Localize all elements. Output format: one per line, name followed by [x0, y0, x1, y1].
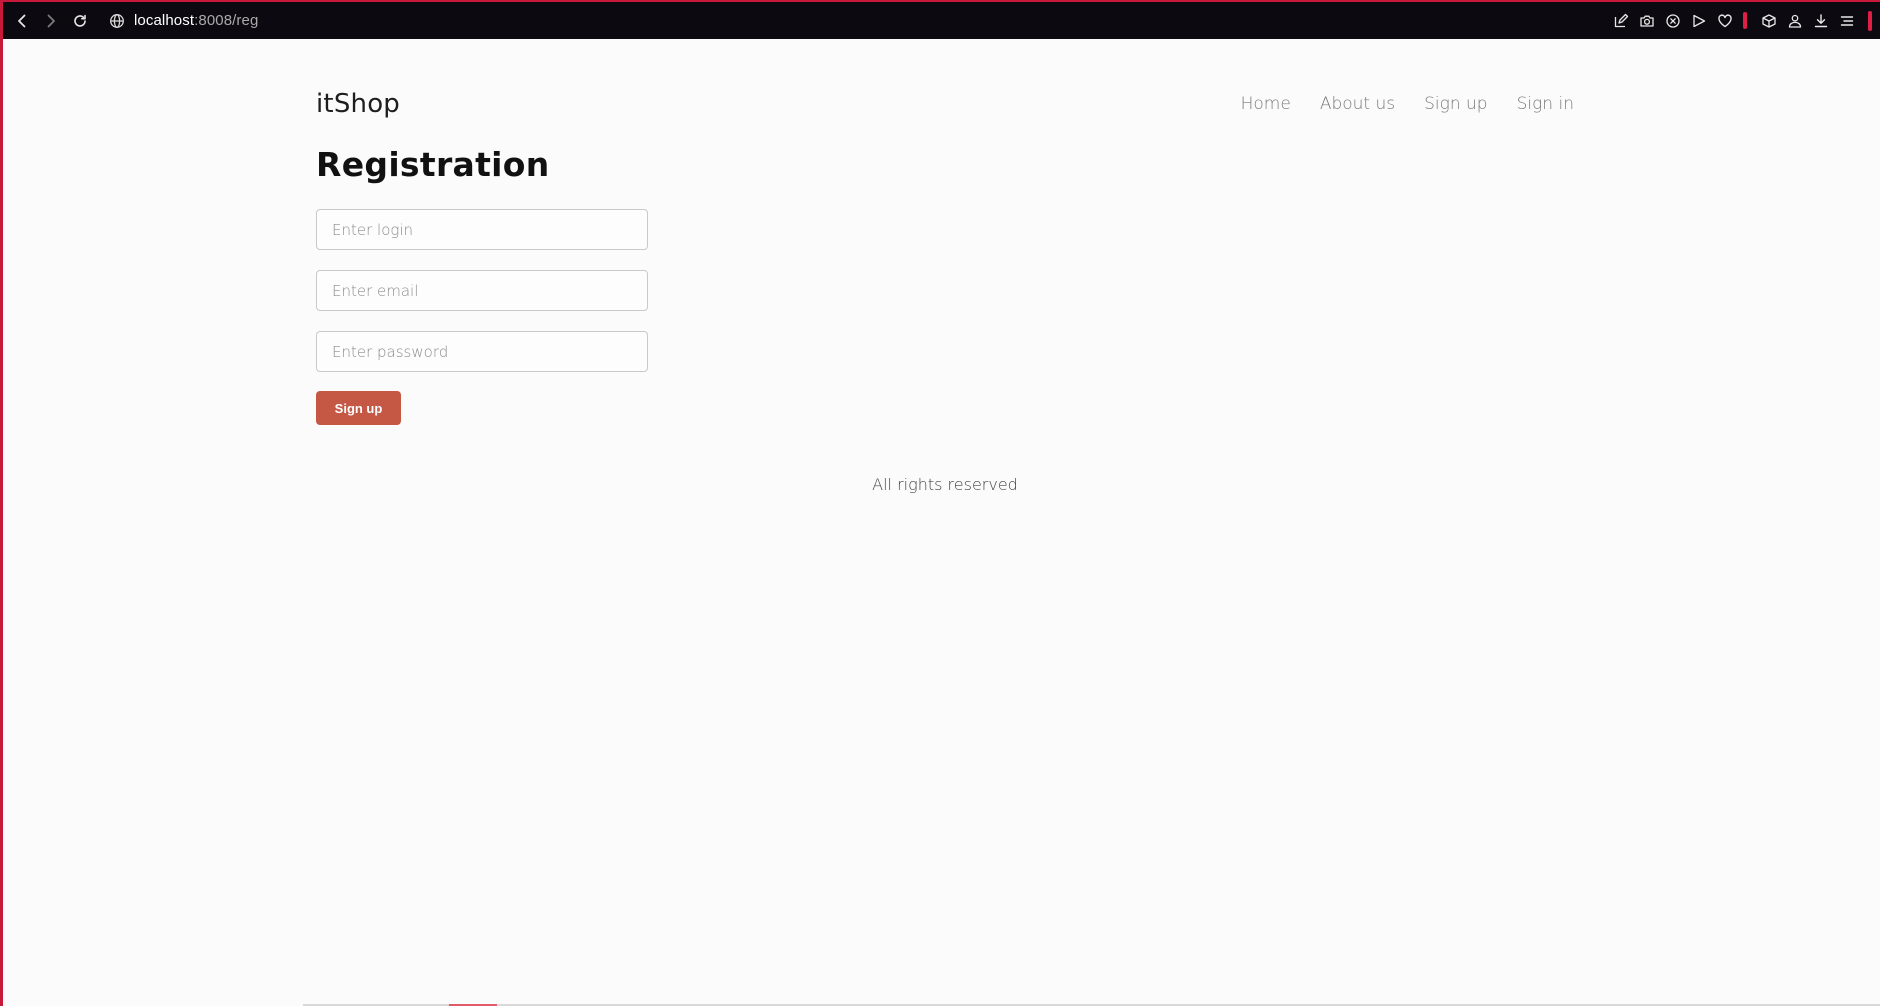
toolbar-accent — [1868, 10, 1872, 31]
globe-icon — [109, 13, 125, 29]
nav-sign-in[interactable]: Sign in — [1517, 94, 1574, 114]
browser-toolbar: localhost:8008/reg — [3, 0, 1880, 39]
reload-icon[interactable] — [67, 8, 93, 34]
password-input[interactable] — [316, 331, 648, 372]
camera-icon[interactable] — [1634, 8, 1660, 34]
nav-about-us[interactable]: About us — [1320, 94, 1395, 114]
edit-icon[interactable] — [1608, 8, 1634, 34]
brand-logo[interactable]: itShop — [316, 89, 400, 119]
address-bar[interactable]: localhost:8008/reg — [109, 8, 258, 34]
footer-text: All rights reserved — [872, 475, 1018, 494]
forward-icon[interactable] — [38, 8, 64, 34]
nav-sign-up[interactable]: Sign up — [1424, 94, 1487, 114]
email-input[interactable] — [316, 270, 648, 311]
toolbar-separator — [1743, 12, 1747, 29]
page-title: Registration — [316, 145, 550, 184]
browser-extensions — [1608, 2, 1872, 39]
login-input[interactable] — [316, 209, 648, 250]
download-icon[interactable] — [1808, 8, 1834, 34]
shield-x-icon[interactable] — [1660, 8, 1686, 34]
back-icon[interactable] — [9, 8, 35, 34]
main-nav: Home About us Sign up Sign in — [1212, 94, 1574, 114]
nav-home[interactable]: Home — [1241, 94, 1291, 114]
url-path: :8008/reg — [194, 12, 259, 29]
url-host: localhost — [134, 12, 195, 29]
url-text: localhost:8008/reg — [134, 12, 258, 29]
profile-icon[interactable] — [1782, 8, 1808, 34]
sign-up-button[interactable]: Sign up — [316, 391, 401, 425]
page-content: itShop Home About us Sign up Sign in Reg… — [3, 39, 1880, 1006]
menu-icon[interactable] — [1834, 8, 1860, 34]
send-icon[interactable] — [1686, 8, 1712, 34]
heart-icon[interactable] — [1712, 8, 1738, 34]
browser-window: localhost:8008/reg itShop Home About us … — [0, 0, 1880, 1006]
box-icon[interactable] — [1756, 8, 1782, 34]
